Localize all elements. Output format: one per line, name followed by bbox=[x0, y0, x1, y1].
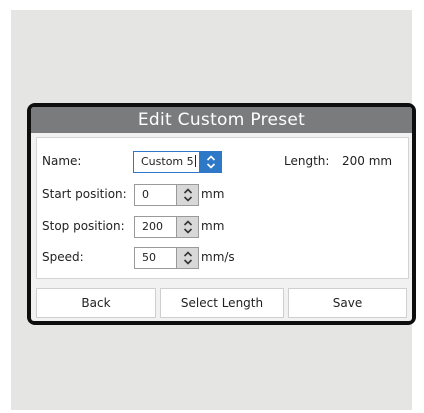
start-position-unit: mm bbox=[201, 187, 225, 201]
name-field[interactable]: Custom 5 bbox=[133, 151, 200, 173]
speed-label: Speed: bbox=[42, 250, 84, 264]
up-down-chevron-icon bbox=[183, 188, 192, 202]
name-selector[interactable]: Custom 5 bbox=[133, 151, 222, 173]
text-cursor bbox=[194, 155, 196, 167]
speed-stepper[interactable]: 50 bbox=[134, 247, 199, 269]
start-position-stepper[interactable]: 0 bbox=[134, 184, 199, 206]
stop-position-stepper-arrows[interactable] bbox=[177, 216, 199, 238]
start-position-field[interactable]: 0 bbox=[134, 184, 177, 206]
dialog-title: Edit Custom Preset bbox=[31, 107, 412, 133]
start-position-label: Start position: bbox=[42, 187, 127, 201]
device-bezel: Edit Custom Preset Name: Custom 5 Length… bbox=[27, 103, 416, 325]
length-value: 200 mm bbox=[342, 154, 393, 168]
up-down-chevron-icon bbox=[183, 220, 192, 234]
up-down-chevron-icon bbox=[183, 251, 192, 265]
screen: Edit Custom Preset Name: Custom 5 Length… bbox=[31, 107, 412, 321]
speed-unit: mm/s bbox=[201, 250, 235, 264]
up-down-chevron-icon bbox=[206, 155, 215, 169]
name-label: Name: bbox=[42, 154, 82, 168]
name-stepper-arrows[interactable] bbox=[200, 151, 222, 173]
start-position-stepper-arrows[interactable] bbox=[177, 184, 199, 206]
speed-stepper-arrows[interactable] bbox=[177, 247, 199, 269]
length-label: Length: bbox=[284, 154, 330, 168]
stop-position-unit: mm bbox=[201, 219, 225, 233]
name-value: Custom 5 bbox=[141, 155, 194, 168]
select-length-button[interactable]: Select Length bbox=[160, 288, 284, 318]
form-panel: Name: Custom 5 Length: 200 mm Start posi… bbox=[36, 137, 409, 279]
stop-position-field[interactable]: 200 bbox=[134, 216, 177, 238]
speed-field[interactable]: 50 bbox=[134, 247, 177, 269]
save-button[interactable]: Save bbox=[288, 288, 407, 318]
stop-position-stepper[interactable]: 200 bbox=[134, 216, 199, 238]
back-button[interactable]: Back bbox=[36, 288, 156, 318]
stop-position-label: Stop position: bbox=[42, 219, 125, 233]
